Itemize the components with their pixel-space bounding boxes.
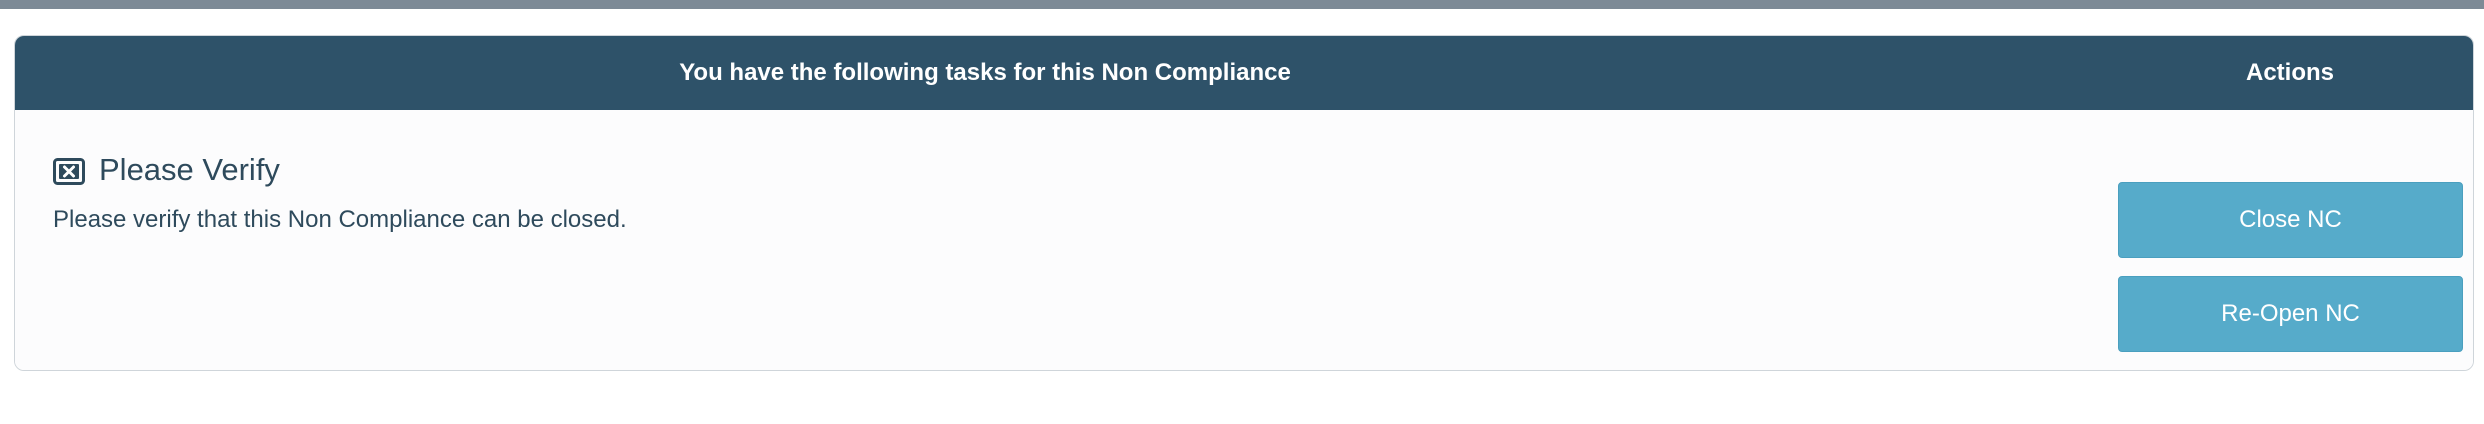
task-title: Please Verify [99,152,280,187]
task-description: Please verify that this Non Compliance c… [53,206,627,233]
tasks-panel: You have the following tasks for this No… [14,35,2474,371]
reopen-nc-button[interactable]: Re-Open NC [2118,276,2463,352]
actions-header-label: Actions [2245,59,2334,86]
top-divider-bar [0,0,2484,9]
task-heading: Please Verify [53,150,280,190]
close-box-icon [53,157,85,185]
tasks-panel-header: You have the following tasks for this No… [15,36,2473,110]
tasks-panel-body: Please Verify Please verify that this No… [15,110,2473,370]
tasks-header-title: You have the following tasks for this No… [679,59,1291,86]
close-nc-button[interactable]: Close NC [2118,182,2463,258]
